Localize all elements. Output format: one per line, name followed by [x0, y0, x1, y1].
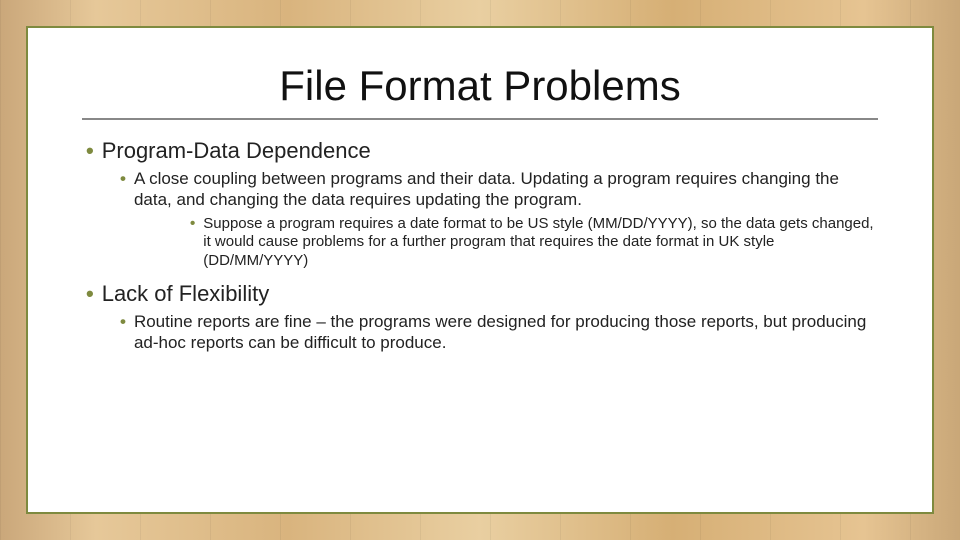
list-item-text: Lack of Flexibility — [102, 281, 878, 307]
bullet-icon: • — [120, 168, 126, 211]
list-item: • A close coupling between programs and … — [120, 168, 878, 271]
list-item-text: A close coupling between programs and th… — [134, 168, 878, 211]
list-item: • Lack of Flexibility • Routine reports … — [82, 281, 878, 354]
slide-background: File Format Problems • Program-Data Depe… — [0, 0, 960, 540]
list-item: • Routine reports are fine – the program… — [120, 311, 878, 354]
list-item-text: Routine reports are fine – the programs … — [134, 311, 878, 354]
bullet-icon: • — [190, 215, 195, 271]
bullet-icon: • — [86, 138, 94, 164]
slide-panel: File Format Problems • Program-Data Depe… — [26, 26, 934, 514]
list-item-text: Suppose a program requires a date format… — [203, 215, 878, 271]
bullet-icon: • — [86, 281, 94, 307]
bullet-list: • Program-Data Dependence • A close coup… — [82, 138, 878, 353]
list-item: • Program-Data Dependence • A close coup… — [82, 138, 878, 271]
slide-title: File Format Problems — [82, 62, 878, 110]
list-item-text: Program-Data Dependence — [102, 138, 878, 164]
bullet-icon: • — [120, 311, 126, 354]
list-item: • Suppose a program requires a date form… — [190, 215, 878, 271]
title-rule — [82, 118, 878, 120]
